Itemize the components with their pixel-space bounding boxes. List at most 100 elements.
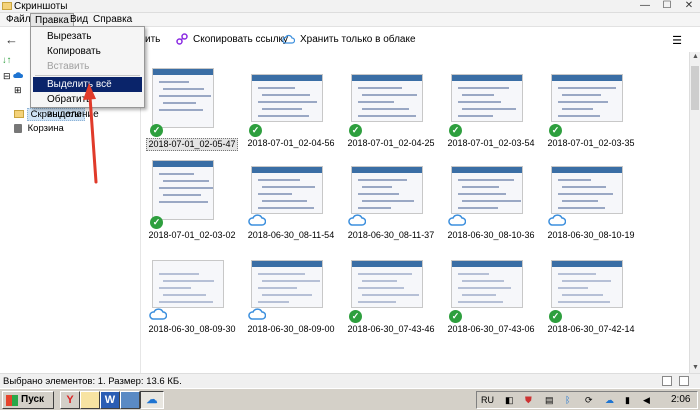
file-thumbnail[interactable]: ✓ 2018-07-01_02-03-02	[146, 156, 238, 251]
file-thumbnail[interactable]: 2018-06-30_08-11-37	[345, 156, 437, 251]
screen-icon[interactable]	[120, 391, 140, 409]
thumbnail-image	[351, 74, 423, 122]
antivirus-icon[interactable]: ⛊	[525, 392, 532, 408]
tray-lang[interactable]: RU	[481, 392, 494, 408]
file-name: 2018-06-30_07-43-06	[447, 324, 535, 334]
scroll-down-icon[interactable]: ▼	[690, 363, 700, 373]
cloud-icon	[13, 72, 23, 78]
file-name: 2018-06-30_08-10-19	[547, 230, 635, 240]
details-view-icon[interactable]	[679, 376, 689, 386]
expand-icon[interactable]: ⊞	[14, 83, 22, 97]
link-icon	[176, 33, 188, 46]
synced-check-icon: ✓	[150, 216, 163, 229]
bluetooth-icon[interactable]: ᛒ	[565, 392, 570, 408]
cloud-icon	[282, 35, 295, 44]
file-grid: ✓ 2018-07-01_02-05-47 ✓ 2018-07-01_02-04-56…	[141, 52, 689, 373]
cloud-status-icon	[548, 214, 566, 226]
thumbnail-image	[152, 68, 214, 128]
thumbnail-image	[551, 74, 623, 122]
thumbnail-image	[152, 160, 214, 220]
synced-check-icon: ✓	[150, 124, 163, 137]
file-thumbnail[interactable]: 2018-06-30_08-09-30	[146, 250, 238, 345]
synced-check-icon: ✓	[549, 310, 562, 323]
windows-logo-icon	[6, 395, 18, 406]
file-thumbnail[interactable]: ✓ 2018-06-30_07-43-06	[445, 250, 537, 345]
thumbnail-image	[451, 260, 523, 308]
system-tray: RU ◧ ⛊ ▤ ᛒ ⟳ ☁ ▮ ◀ 2:06	[476, 391, 698, 409]
file-thumbnail[interactable]: 2018-06-30_08-10-36	[445, 156, 537, 251]
thumbnail-image	[451, 74, 523, 122]
sort-icon[interactable]: ↓↑	[2, 54, 12, 68]
close-button[interactable]: ✕	[678, 0, 700, 13]
arrow-left-icon[interactable]: ←	[5, 32, 18, 47]
update-icon[interactable]: ⟳	[585, 392, 593, 408]
chart-icon[interactable]: ▤	[545, 392, 554, 408]
thumbnail-image	[551, 166, 623, 214]
file-thumbnail[interactable]: ✓ 2018-06-30_07-43-46	[345, 250, 437, 345]
thumbnail-image	[251, 260, 323, 308]
file-name: 2018-07-01_02-04-25	[347, 138, 435, 148]
thumbnail-image	[251, 74, 323, 122]
cloud-icon[interactable]: ☁	[605, 392, 614, 408]
list-view-icon[interactable]: ☰	[672, 34, 682, 47]
menu-item-invert-selection[interactable]: Обратить выделение	[33, 92, 142, 120]
file-name: 2018-07-01_02-03-02	[148, 230, 236, 240]
file-name: 2018-07-01_02-03-35	[547, 138, 635, 148]
cloud-app-icon[interactable]: ☁	[140, 391, 164, 409]
trash-icon	[14, 123, 22, 133]
file-thumbnail[interactable]: 2018-06-30_08-10-19	[545, 156, 637, 251]
cloud-only-label: Хранить только в облаке	[300, 34, 416, 45]
thumbnail-image	[351, 166, 423, 214]
file-thumbnail[interactable]: ✓ 2018-07-01_02-03-54	[445, 64, 537, 159]
file-name: 2018-07-01_02-03-54	[447, 138, 535, 148]
file-name: 2018-07-01_02-05-47	[146, 138, 238, 151]
minimize-button[interactable]: —	[634, 0, 656, 13]
start-button[interactable]: Пуск	[2, 391, 54, 409]
file-thumbnail[interactable]: ✓ 2018-07-01_02-05-47	[146, 64, 238, 159]
file-thumbnail[interactable]: ✓ 2018-07-01_02-03-35	[545, 64, 637, 159]
network-icon[interactable]: ▮	[625, 392, 630, 408]
menu-help[interactable]: Справка	[89, 13, 136, 27]
scroll-up-icon[interactable]: ▲	[690, 52, 700, 62]
file-thumbnail[interactable]: 2018-06-30_08-11-54	[245, 156, 337, 251]
menu-item-cut[interactable]: Вырезать	[33, 29, 142, 44]
cloud-status-icon	[248, 308, 266, 320]
file-thumbnail[interactable]: ✓ 2018-07-01_02-04-56	[245, 64, 337, 159]
menu-bar: Файл Правка Вид Справка	[0, 13, 700, 28]
clock[interactable]: 2:06	[671, 392, 690, 408]
volume-icon[interactable]: ◀	[643, 392, 650, 408]
folder-icon[interactable]	[80, 391, 100, 409]
thumbnail-image	[251, 166, 323, 214]
word-icon[interactable]: W	[100, 391, 120, 409]
cloud-status-icon	[348, 214, 366, 226]
sidebar-item-trash[interactable]: Корзина	[14, 122, 64, 136]
collapse-icon[interactable]: ⊟	[3, 69, 11, 83]
maximize-button[interactable]: ☐	[656, 0, 678, 13]
thumbnail-image	[451, 166, 523, 214]
title-bar: Скриншоты — ☐ ✕	[0, 0, 700, 13]
status-bar: Выбрано элементов: 1. Размер: 13.6 КБ.	[0, 373, 700, 388]
menu-item-copy[interactable]: Копировать	[33, 44, 142, 59]
vertical-scrollbar[interactable]: ▲ ▼	[689, 52, 700, 373]
yandex-icon[interactable]: Y	[60, 391, 80, 409]
app-window: Скриншоты — ☐ ✕ Файл Правка Вид Справка …	[0, 0, 700, 388]
scroll-thumb[interactable]	[691, 66, 699, 110]
copy-link-button[interactable]: Скопировать ссылку	[176, 33, 288, 47]
thumbnail-image	[351, 260, 423, 308]
shield-icon[interactable]: ◧	[505, 392, 514, 408]
file-name: 2018-06-30_08-09-30	[148, 324, 236, 334]
file-thumbnail[interactable]: ✓ 2018-06-30_07-42-14	[545, 250, 637, 345]
thumbnail-image	[551, 260, 623, 308]
window-title: Скриншоты	[14, 1, 68, 12]
cloud-status-icon	[248, 214, 266, 226]
grid-view-icon[interactable]	[662, 376, 672, 386]
cloud-status-icon	[149, 308, 167, 320]
file-thumbnail[interactable]: 2018-06-30_08-09-00	[245, 250, 337, 345]
cloud-only-button[interactable]: Хранить только в облаке	[282, 33, 416, 47]
synced-check-icon: ✓	[349, 310, 362, 323]
toolbar-partial-label[interactable]: ить	[145, 33, 160, 47]
menu-item-paste[interactable]: Вставить	[33, 59, 142, 74]
file-thumbnail[interactable]: ✓ 2018-07-01_02-04-25	[345, 64, 437, 159]
folder-icon	[14, 110, 24, 119]
menu-item-select-all[interactable]: Выделить всё	[33, 77, 142, 92]
